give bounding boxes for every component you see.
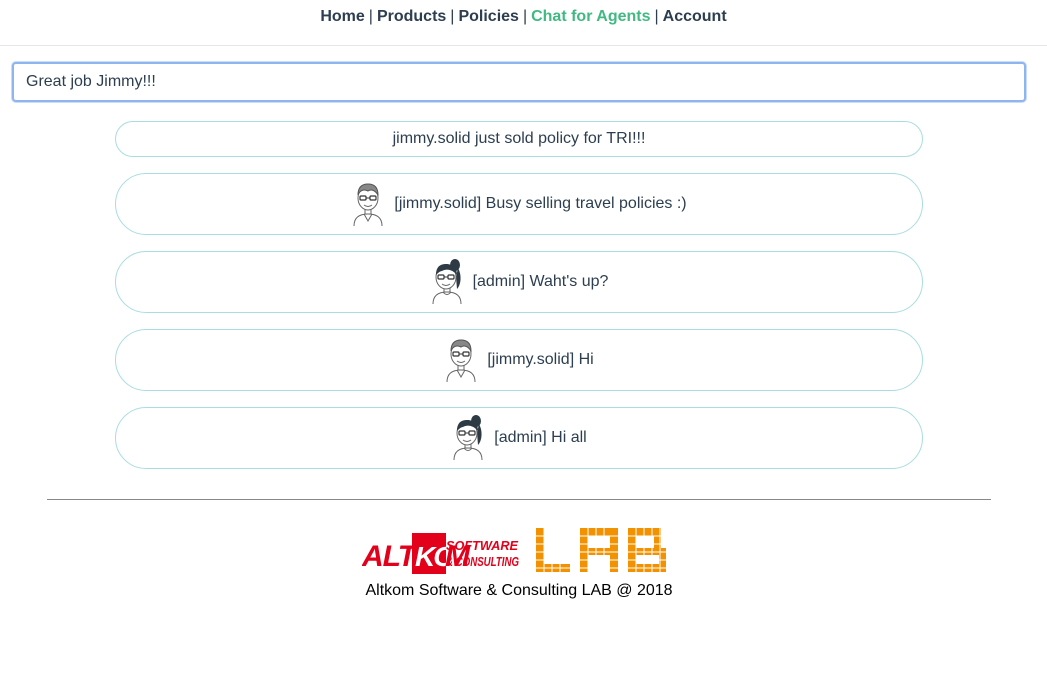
top-nav: Home | Products | Policies | Chat for Agents | A… [0,0,1047,46]
chat-message: [admin] Hi all [115,407,923,469]
chat-message-text: [admin] Hi all [494,429,587,446]
altkom-lab-logo: ALT KO M SOFTWARE & CONSULTING [362,526,668,576]
chat-message: [jimmy.solid] Busy selling travel polici… [115,173,923,235]
nav-products-link[interactable]: Products [377,8,446,25]
nav-separator: | [654,8,659,25]
nav-home-link[interactable]: Home [320,8,364,25]
chat-notification: jimmy.solid just sold policy for TRI!!! [115,121,923,157]
footer-copyright: Altkom Software & Consulting LAB @ 2018 [365,582,673,599]
nav-policies-link[interactable]: Policies [458,8,518,25]
male-agent-icon [444,337,478,383]
nav-chat-link[interactable]: Chat for Agents [531,8,650,25]
chat-message-text: [jimmy.solid] Hi [487,351,594,368]
nav-separator: | [368,8,373,25]
svg-text:& CONSULTING: & CONSULTING [446,554,519,569]
svg-text:SOFTWARE: SOFTWARE [446,538,518,553]
svg-text:ALT: ALT [362,540,419,573]
chat-message: [admin] Waht's up? [115,251,923,313]
female-agent-icon [451,415,485,461]
female-agent-icon [430,259,464,305]
footer-divider [47,499,991,500]
notification-text: jimmy.solid just sold policy for TRI!!! [392,130,646,147]
chat-message-text: [admin] Waht's up? [472,273,609,290]
chat-message-text: [jimmy.solid] Busy selling travel polici… [394,195,687,212]
chat-message-input[interactable] [12,62,1026,102]
chat-message: [jimmy.solid] Hi [115,329,923,391]
male-agent-icon [351,181,385,227]
nav-separator: | [522,8,528,25]
nav-account-link[interactable]: Account [663,8,727,25]
nav-separator: | [450,8,455,25]
